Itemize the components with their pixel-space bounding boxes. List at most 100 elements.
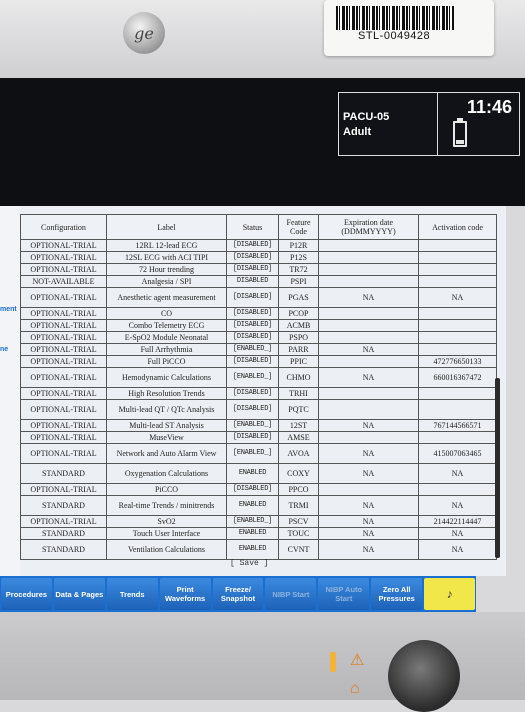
column-header: Feature Code: [278, 214, 319, 240]
expiration-cell: [318, 483, 419, 496]
config-cell: OPTIONAL-TRIAL: [20, 307, 107, 320]
status-led: [330, 652, 336, 672]
table-row[interactable]: OPTIONAL-TRIAL CO [DISABLED] PCOP: [20, 307, 497, 320]
label-cell: Full Arrhythmia: [106, 343, 227, 356]
toolbar-button-procedures[interactable]: Procedures: [1, 578, 52, 610]
feature-code-cell: TRMI: [278, 495, 319, 516]
expiration-cell: [318, 399, 419, 420]
table-row[interactable]: STANDARD Touch User Interface ENABLED TOUC N…: [20, 527, 497, 540]
status-cell: [DISABLED]: [226, 387, 279, 400]
side-menu-label[interactable]: ment: [0, 306, 17, 313]
label-cell: Anesthetic agent measurement: [106, 287, 227, 308]
table-row[interactable]: STANDARD Real-time Trends / minitrends ENA…: [20, 495, 497, 516]
table-row[interactable]: OPTIONAL-TRIAL Anesthetic agent measureme…: [20, 287, 497, 308]
config-cell: OPTIONAL-TRIAL: [20, 443, 107, 464]
toolbar-button-data-pages[interactable]: Data & Pages: [53, 578, 105, 610]
feature-code-cell: AVOA: [278, 443, 319, 464]
expiration-cell: [318, 319, 419, 332]
activation-cell: 214422114447: [418, 515, 497, 528]
config-cell: OPTIONAL-TRIAL: [20, 343, 107, 356]
table-row[interactable]: OPTIONAL-TRIAL Full Arrhythmia [ENABLED_] P…: [20, 343, 497, 356]
table-row[interactable]: OPTIONAL-TRIAL MuseView [DISABLED] AMSE: [20, 431, 497, 444]
toolbar-button-print-waveforms[interactable]: Print Waveforms: [159, 578, 211, 610]
table-row[interactable]: OPTIONAL-TRIAL 12SL ECG with ACI TIPI [DIS…: [20, 251, 497, 264]
config-cell: NOT-AVAILABLE: [20, 275, 107, 288]
status-cell: [DISABLED]: [226, 399, 279, 420]
expiration-cell: [318, 307, 419, 320]
activation-cell: [418, 263, 497, 276]
feature-code-cell: TOUC: [278, 527, 319, 540]
activation-cell: NA: [418, 527, 497, 540]
alarm-led-icon: ⚠: [350, 652, 365, 669]
label-cell: Multi-lead QT / QTc Analysis: [106, 399, 227, 420]
status-cell: ENABLED: [226, 463, 279, 484]
alarm-bell-icon[interactable]: ♪: [424, 578, 476, 610]
feature-code-cell: P12R: [278, 239, 319, 252]
label-cell: PiCCO: [106, 483, 227, 496]
status-cell: DISABLED: [226, 275, 279, 288]
barcode-icon: [336, 6, 454, 30]
config-cell: OPTIONAL-TRIAL: [20, 515, 107, 528]
patient-info-box[interactable]: PACU-05 Adult 11:46: [338, 92, 520, 156]
patient-type-label: Adult: [343, 126, 372, 138]
expiration-cell: NA: [318, 495, 419, 516]
trim-knob[interactable]: [388, 640, 460, 712]
feature-code-cell: PPCO: [278, 483, 319, 496]
status-cell: [ENABLED_]: [226, 419, 279, 432]
feature-code-cell: ACMB: [278, 319, 319, 332]
status-cell: ENABLED: [226, 495, 279, 516]
header-divider: [437, 93, 438, 155]
home-led-icon: ⌂: [350, 680, 360, 697]
activation-cell: 472776650133: [418, 355, 497, 368]
table-row[interactable]: OPTIONAL-TRIAL Hemodynamic Calculations [E…: [20, 367, 497, 388]
table-row[interactable]: OPTIONAL-TRIAL E-SpO2 Module Neonatal [DIS…: [20, 331, 497, 344]
expiration-cell: NA: [318, 463, 419, 484]
toolbar-button-nibp-auto-start[interactable]: NIBP Auto Start: [318, 578, 370, 610]
activation-cell: NA: [418, 539, 497, 560]
table-row[interactable]: OPTIONAL-TRIAL PiCCO [DISABLED] PPCO: [20, 483, 497, 496]
save-button[interactable]: [ Save ]: [230, 559, 268, 568]
asset-tag-sticker: STL-0049428: [324, 0, 494, 56]
activation-cell: [418, 399, 497, 420]
label-cell: E-SpO2 Module Neonatal: [106, 331, 227, 344]
column-header: Label: [106, 214, 227, 240]
label-cell: Analgesia / SPI: [106, 275, 227, 288]
config-cell: OPTIONAL-TRIAL: [20, 483, 107, 496]
expiration-cell: [318, 239, 419, 252]
table-row[interactable]: OPTIONAL-TRIAL Full PiCCO [DISABLED] PPIC 47…: [20, 355, 497, 368]
expiration-cell: NA: [318, 367, 419, 388]
toolbar-button-trends[interactable]: Trends: [106, 578, 158, 610]
status-cell: [ENABLED_]: [226, 515, 279, 528]
table-row[interactable]: OPTIONAL-TRIAL 12RL 12-lead ECG [DISABLED]…: [20, 239, 497, 252]
label-cell: 12RL 12-lead ECG: [106, 239, 227, 252]
table-row[interactable]: OPTIONAL-TRIAL 72 Hour trending [DISABLED]…: [20, 263, 497, 276]
table-row[interactable]: OPTIONAL-TRIAL SvO2 [ENABLED_] PSCV NA 214422…: [20, 515, 497, 528]
table-row[interactable]: OPTIONAL-TRIAL Multi-lead ST Analysis [ENA…: [20, 419, 497, 432]
activation-cell: 415007063465: [418, 443, 497, 464]
activation-cell: [418, 431, 497, 444]
label-cell: Full PiCCO: [106, 355, 227, 368]
table-row[interactable]: NOT-AVAILABLE Analgesia / SPI DISABLED PSPI: [20, 275, 497, 288]
activation-cell: 660016367472: [418, 367, 497, 388]
status-cell: [ENABLED_]: [226, 343, 279, 356]
expiration-cell: NA: [318, 515, 419, 528]
table-row[interactable]: STANDARD Ventilation Calculations ENABLED C…: [20, 539, 497, 560]
table-row[interactable]: OPTIONAL-TRIAL Multi-lead QT / QTc Analys…: [20, 399, 497, 420]
table-row[interactable]: STANDARD Oxygenation Calculations ENABLED C…: [20, 463, 497, 484]
config-cell: OPTIONAL-TRIAL: [20, 355, 107, 368]
label-cell: Multi-lead ST Analysis: [106, 419, 227, 432]
config-cell: OPTIONAL-TRIAL: [20, 331, 107, 344]
feature-code-cell: PCOP: [278, 307, 319, 320]
table-row[interactable]: OPTIONAL-TRIAL High Resolution Trends [DIS…: [20, 387, 497, 400]
side-menu-label[interactable]: ne: [0, 346, 8, 353]
label-cell: High Resolution Trends: [106, 387, 227, 400]
table-row[interactable]: OPTIONAL-TRIAL Combo Telemetry ECG [DISABL…: [20, 319, 497, 332]
expiration-cell: [318, 275, 419, 288]
toolbar-button-nibp-start[interactable]: NIBP Start: [265, 578, 317, 610]
expiration-cell: NA: [318, 443, 419, 464]
activation-cell: [418, 483, 497, 496]
table-row[interactable]: OPTIONAL-TRIAL Network and Auto Alarm Vie…: [20, 443, 497, 464]
toolbar-button-freeze-snapshot[interactable]: Freeze/ Snapshot: [212, 578, 264, 610]
table-scrollbar[interactable]: [495, 378, 500, 558]
toolbar-button-zero-all-pressures[interactable]: Zero All Pressures: [371, 578, 423, 610]
